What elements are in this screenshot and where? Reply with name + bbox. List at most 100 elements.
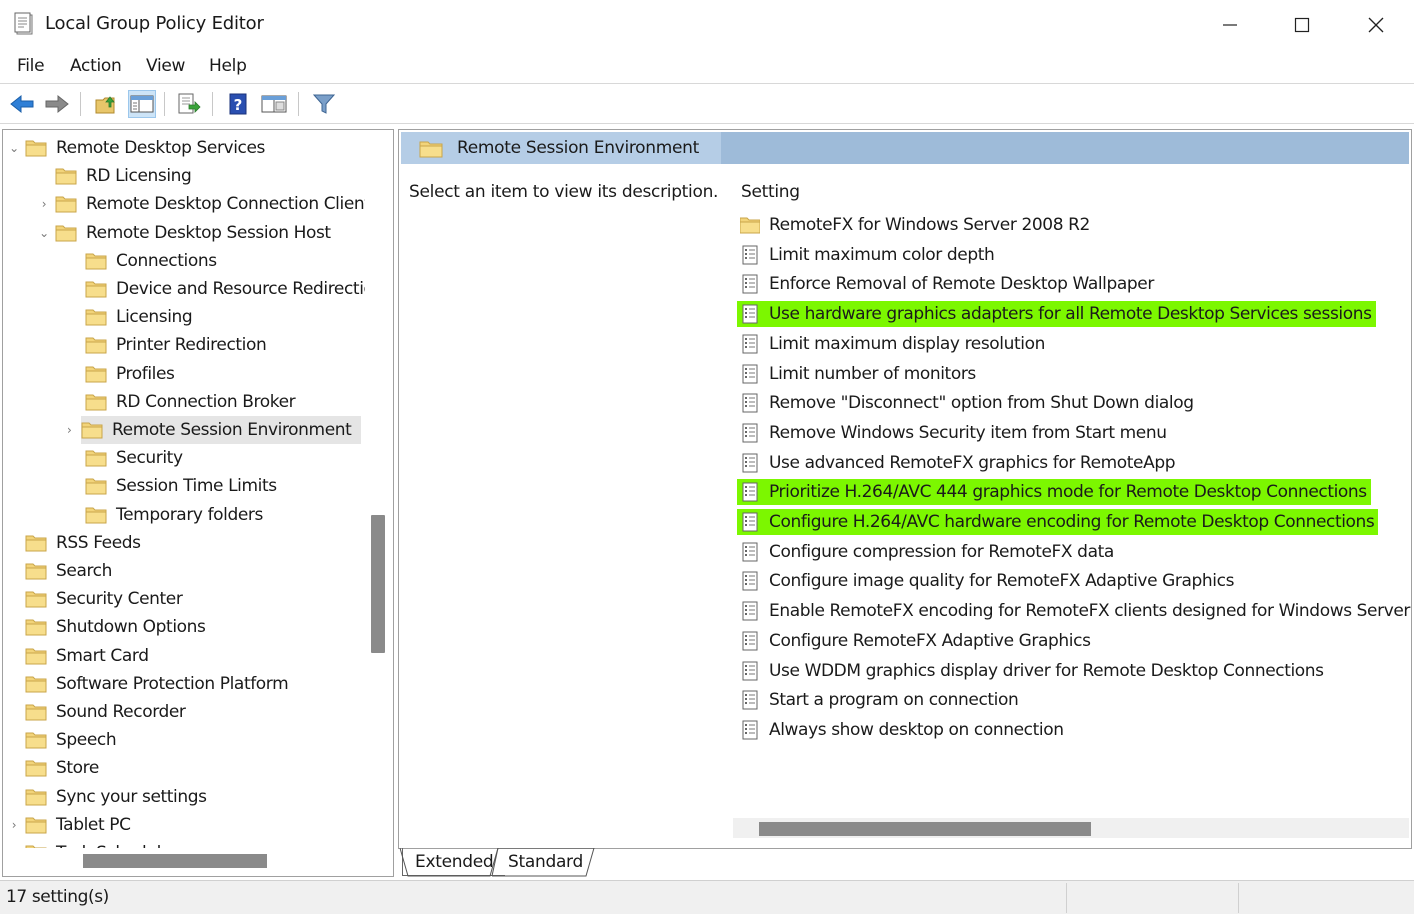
description-text: Select an item to view its description. bbox=[409, 182, 719, 202]
chevron-right-icon[interactable]: › bbox=[67, 416, 81, 444]
tree-item[interactable]: Sync your settings bbox=[7, 783, 207, 811]
export-list-button[interactable] bbox=[175, 90, 203, 118]
chevron-down-icon[interactable]: ⌄ bbox=[37, 226, 51, 240]
setting-row[interactable]: Configure compression for RemoteFX data bbox=[737, 539, 1118, 565]
chevron-down-icon[interactable]: ⌄ bbox=[7, 141, 21, 155]
status-bar: 17 setting(s) bbox=[0, 880, 1414, 914]
folder-icon bbox=[25, 844, 47, 848]
tree-item[interactable]: Sound Recorder bbox=[7, 698, 186, 726]
tree-item[interactable]: ›Remote Session Environment bbox=[81, 416, 361, 444]
folder-icon bbox=[85, 280, 107, 298]
tree-item[interactable]: Licensing bbox=[67, 303, 193, 331]
setting-row[interactable]: Enable RemoteFX encoding for RemoteFX cl… bbox=[737, 598, 1411, 624]
tree-view: ⌄ Remote Desktop Services RD Licensing › Rem… bbox=[3, 130, 365, 848]
tree-item[interactable]: ⌄ Remote Desktop Services bbox=[7, 134, 265, 162]
minimize-button[interactable] bbox=[1194, 0, 1266, 50]
tree-item-label: Remote Desktop Services bbox=[56, 138, 265, 158]
tree-item[interactable]: Connections bbox=[67, 247, 217, 275]
properties-button[interactable] bbox=[260, 90, 288, 118]
setting-row[interactable]: Remove Windows Security item from Start … bbox=[737, 420, 1171, 446]
policy-setting-icon bbox=[740, 631, 760, 651]
setting-label: Enforce Removal of Remote Desktop Wallpa… bbox=[769, 274, 1154, 295]
tree-item-label: Software Protection Platform bbox=[56, 673, 289, 694]
tree-item[interactable]: Shutdown Options bbox=[7, 613, 206, 641]
tree-item[interactable]: Smart Card bbox=[7, 642, 149, 670]
tree-item[interactable]: Software Protection Platform bbox=[7, 670, 289, 698]
tree-item[interactable]: Security bbox=[67, 444, 183, 472]
setting-row[interactable]: Always show desktop on connection bbox=[737, 717, 1068, 743]
tree-item-label: Profiles bbox=[116, 363, 175, 384]
setting-row[interactable]: Use hardware graphics adapters for all R… bbox=[737, 301, 1376, 328]
folder-icon bbox=[25, 788, 47, 806]
setting-row[interactable]: Limit maximum display resolution bbox=[737, 331, 1049, 357]
help-button[interactable]: ? bbox=[224, 90, 252, 118]
details-header-title: Remote Session Environment bbox=[457, 138, 700, 158]
setting-row[interactable]: Use WDDM graphics display driver for Rem… bbox=[737, 658, 1328, 684]
policy-setting-icon bbox=[740, 304, 760, 324]
setting-row[interactable]: Prioritize H.264/AVC 444 graphics mode f… bbox=[737, 479, 1371, 506]
tree-item-label: Remote Session Environment bbox=[112, 420, 352, 440]
close-button[interactable] bbox=[1340, 0, 1412, 50]
setting-row[interactable]: Limit number of monitors bbox=[737, 361, 980, 387]
tree-item[interactable]: Task Scheduler bbox=[7, 839, 178, 848]
setting-row[interactable]: Enforce Removal of Remote Desktop Wallpa… bbox=[737, 271, 1158, 297]
setting-row[interactable]: Remove "Disconnect" option from Shut Dow… bbox=[737, 390, 1198, 416]
setting-folder-row[interactable]: RemoteFX for Windows Server 2008 R2 bbox=[737, 212, 1094, 238]
toolbar: ? bbox=[0, 86, 1414, 122]
folder-icon bbox=[25, 647, 47, 665]
setting-row[interactable]: Use advanced RemoteFX graphics for Remot… bbox=[737, 450, 1179, 476]
menu-action[interactable]: Action bbox=[70, 56, 122, 76]
setting-label: Use hardware graphics adapters for all R… bbox=[769, 304, 1372, 325]
tree-vertical-scrollbar[interactable] bbox=[371, 515, 385, 653]
folder-icon bbox=[55, 167, 77, 185]
folder-icon bbox=[25, 675, 47, 693]
setting-row[interactable]: Configure RemoteFX Adaptive Graphics bbox=[737, 628, 1095, 654]
tree-item[interactable]: Store bbox=[7, 754, 99, 782]
menu-view[interactable]: View bbox=[146, 56, 185, 76]
chevron-right-icon[interactable]: › bbox=[7, 818, 21, 832]
tree-item[interactable]: › Tablet PC bbox=[7, 811, 131, 839]
tree-item[interactable]: Printer Redirection bbox=[67, 331, 267, 359]
forward-button[interactable] bbox=[43, 90, 71, 118]
setting-row[interactable]: Start a program on connection bbox=[737, 687, 1022, 713]
tab-outline bbox=[399, 848, 595, 877]
menu-file[interactable]: File bbox=[17, 56, 45, 76]
tree-item[interactable]: ⌄ Remote Desktop Session Host bbox=[37, 219, 331, 247]
help-icon: ? bbox=[229, 93, 247, 115]
tree-item[interactable]: Security Center bbox=[7, 585, 183, 613]
policy-setting-icon bbox=[740, 690, 760, 710]
tree-item[interactable]: › Remote Desktop Connection Client bbox=[37, 190, 365, 218]
back-button[interactable] bbox=[8, 90, 36, 118]
maximize-button[interactable] bbox=[1266, 0, 1338, 50]
tree-item[interactable]: Search bbox=[7, 557, 112, 585]
setting-row[interactable]: Configure image quality for RemoteFX Ada… bbox=[737, 568, 1238, 594]
tree-item-label: Sync your settings bbox=[56, 786, 207, 807]
setting-label: Configure image quality for RemoteFX Ada… bbox=[769, 571, 1235, 592]
tree-item[interactable]: Temporary folders bbox=[67, 501, 263, 529]
tree-item[interactable]: Device and Resource Redirection bbox=[67, 275, 365, 303]
chevron-right-icon[interactable]: › bbox=[37, 197, 51, 211]
menu-help[interactable]: Help bbox=[209, 56, 247, 76]
tree-item-label: Search bbox=[56, 561, 113, 581]
up-one-level-button[interactable] bbox=[92, 90, 120, 118]
filter-button[interactable] bbox=[310, 90, 338, 118]
properties-icon bbox=[261, 95, 287, 113]
setting-row[interactable]: Configure H.264/AVC hardware encoding fo… bbox=[737, 509, 1379, 535]
tree-item[interactable]: RD Licensing bbox=[37, 162, 192, 190]
settings-horizontal-scrollbar[interactable] bbox=[733, 818, 1409, 838]
tree-item-label: RD Licensing bbox=[86, 166, 192, 187]
tree-item[interactable]: RD Connection Broker bbox=[67, 388, 296, 416]
folder-icon bbox=[85, 365, 107, 383]
tree-item[interactable]: Session Time Limits bbox=[67, 472, 277, 500]
tree-horizontal-scrollbar[interactable] bbox=[83, 854, 267, 868]
show-hide-tree-button[interactable] bbox=[128, 90, 156, 118]
tree-item[interactable]: Profiles bbox=[67, 360, 175, 388]
back-arrow-icon bbox=[10, 94, 34, 114]
policy-setting-icon bbox=[740, 245, 760, 265]
setting-row[interactable]: Limit maximum color depth bbox=[737, 242, 998, 268]
tree-item[interactable]: Speech bbox=[7, 726, 117, 754]
setting-column-header[interactable]: Setting bbox=[741, 182, 800, 202]
scrollbar-thumb[interactable] bbox=[759, 822, 1091, 836]
folder-icon bbox=[55, 195, 77, 213]
tree-item[interactable]: RSS Feeds bbox=[7, 529, 141, 557]
